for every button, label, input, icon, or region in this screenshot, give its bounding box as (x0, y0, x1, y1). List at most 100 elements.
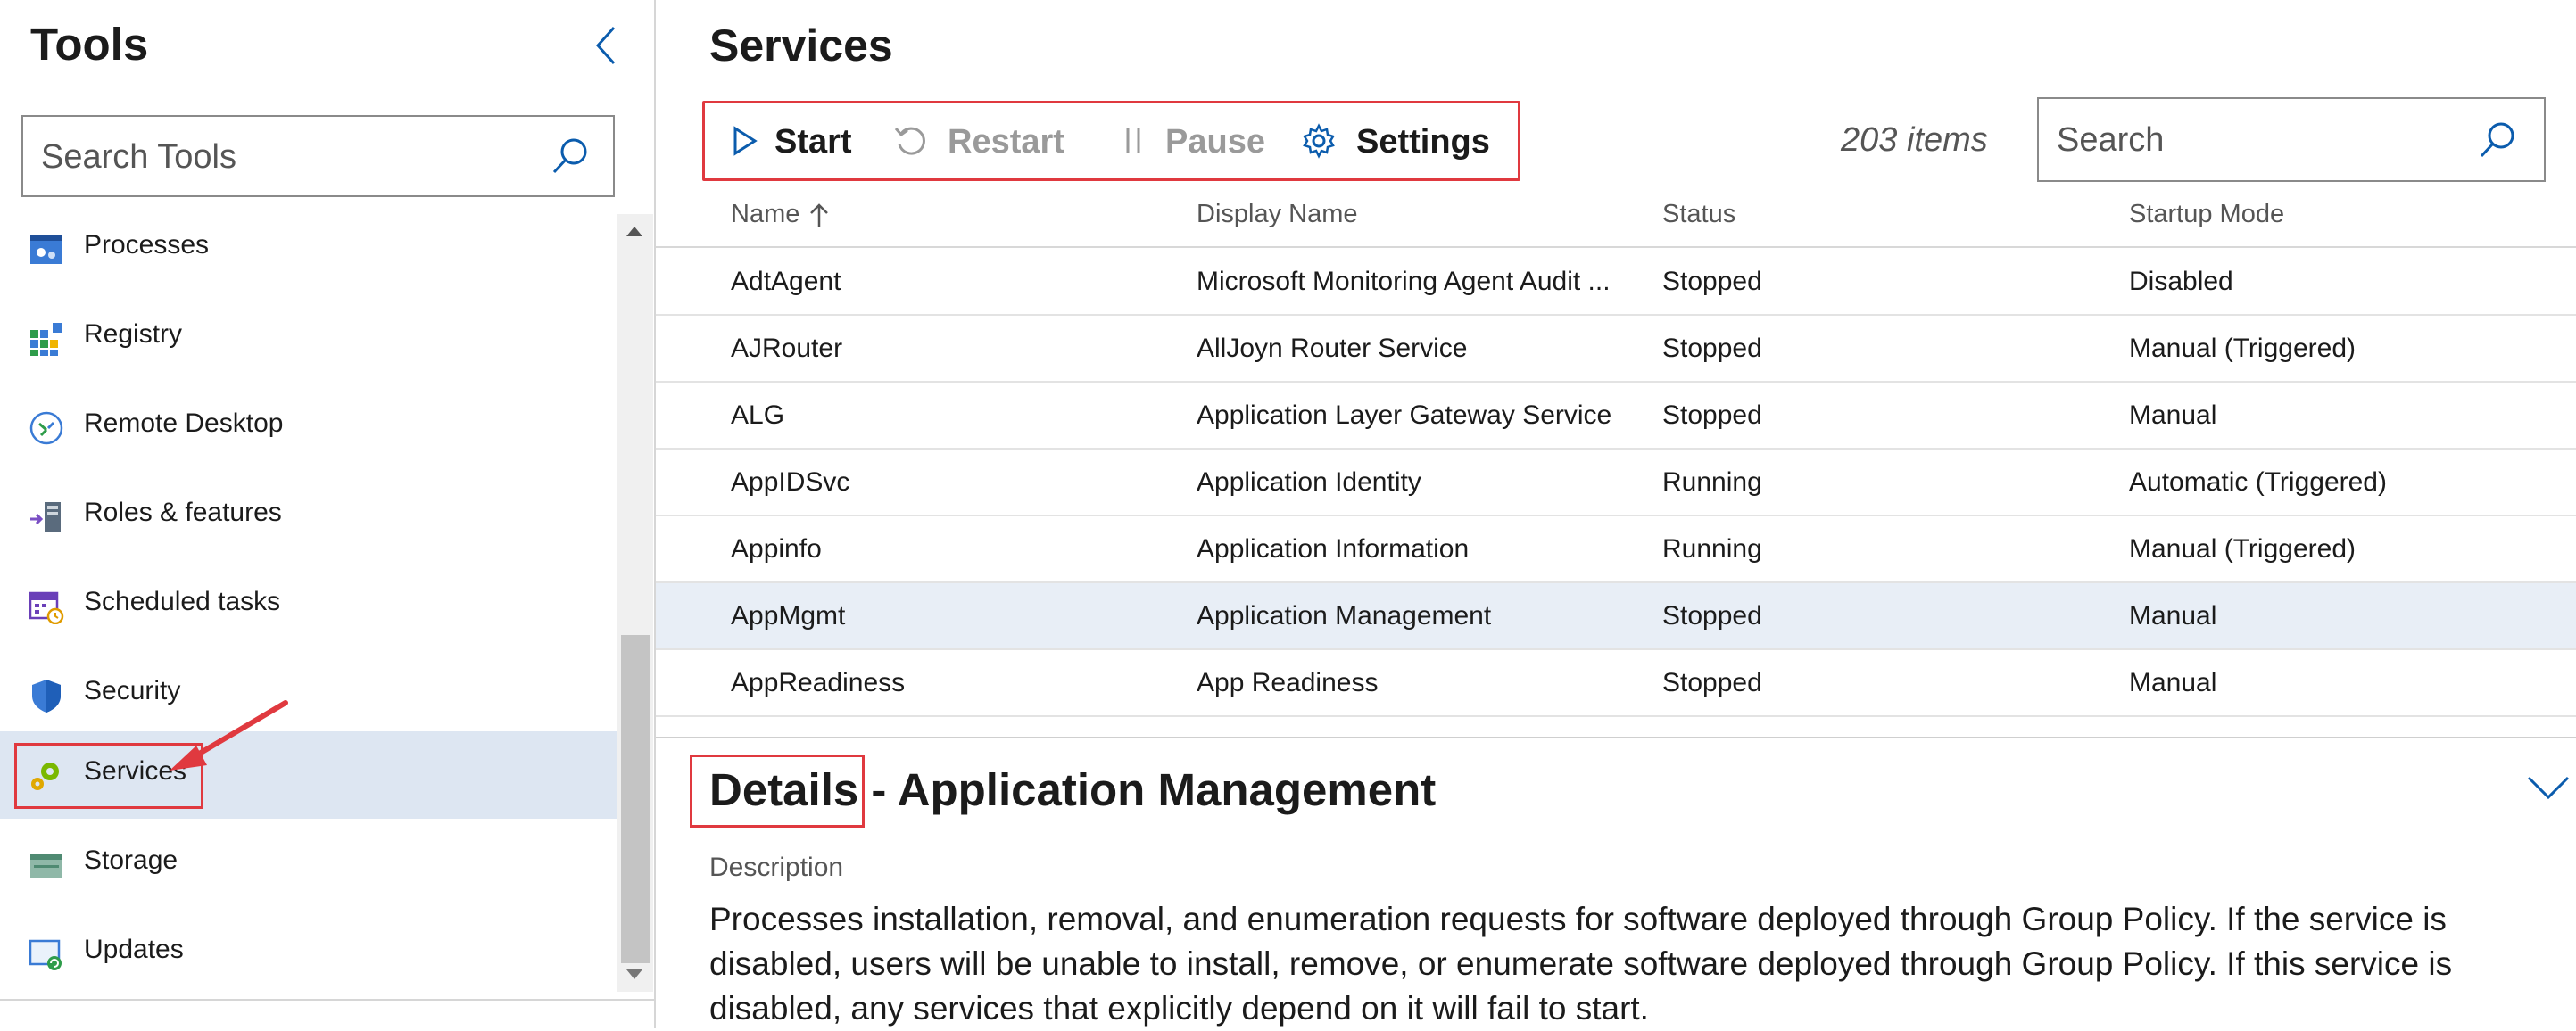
settings-label: Settings (1356, 123, 1490, 161)
table-row[interactable]: AppIDSvc Application Identity Running Au… (656, 450, 2576, 516)
sidebar-item-security[interactable]: Security (0, 651, 617, 738)
item-count: 203 items (1841, 121, 1988, 159)
sidebar-item-registry[interactable]: Registry (0, 294, 617, 382)
page-title: Services (709, 21, 893, 70)
cell-startup-mode: Manual (2129, 601, 2217, 631)
services-pane: Services Start Restart Pause Settings 20… (656, 0, 2576, 1028)
chevron-down-icon[interactable] (2525, 771, 2572, 803)
sidebar-item-storage[interactable]: Storage (0, 821, 617, 908)
sidebar-item-scheduled-tasks[interactable]: Scheduled tasks (0, 562, 617, 649)
tools-list: Processes Registry Remote Desktop Roles … (0, 214, 617, 999)
settings-button[interactable]: Settings (1301, 103, 1515, 178)
grid-header: Name Display Name Status Startup Mode (656, 189, 2576, 248)
sidebar-item-label: Security (84, 676, 181, 705)
column-header-startup-mode[interactable]: Startup Mode (2129, 200, 2284, 229)
scheduled-tasks-icon (29, 591, 64, 624)
sidebar-title: Tools (30, 19, 149, 70)
details-highlight-box (690, 755, 865, 828)
services-search-box (2037, 97, 2546, 182)
cell-display-name: Application Information (1197, 534, 1470, 564)
cell-startup-mode: Manual (2129, 668, 2217, 697)
search-icon[interactable] (549, 135, 592, 177)
sidebar-item-label: Registry (84, 319, 183, 349)
cell-display-name: Application Identity (1197, 467, 1421, 497)
cell-startup-mode: Disabled (2129, 267, 2233, 296)
gears-icon (31, 763, 59, 790)
sidebar-item-label: Scheduled tasks (84, 587, 281, 616)
sidebar-item-label: Services (84, 756, 187, 786)
cell-status: Stopped (1662, 334, 1762, 363)
cell-status: Stopped (1662, 400, 1762, 430)
divider (656, 737, 2576, 738)
cell-startup-mode: Manual (Triggered) (2129, 534, 2356, 564)
cell-status: Running (1662, 534, 1762, 564)
tools-search-box (21, 115, 615, 197)
divider (0, 999, 654, 1001)
scrollbar-thumb[interactable] (621, 635, 650, 963)
column-header-name[interactable]: Name (731, 200, 832, 229)
cell-status: Stopped (1662, 601, 1762, 631)
description-text: Processes installation, removal, and enu… (709, 901, 2453, 1027)
cell-name: ALG (731, 400, 785, 430)
table-row[interactable]: AJRouter AllJoyn Router Service Stopped … (656, 316, 2576, 383)
restart-label: Restart (948, 123, 1064, 161)
start-button[interactable]: Start (705, 103, 866, 178)
cell-name: AJRouter (731, 334, 843, 363)
cell-status: Running (1662, 467, 1762, 497)
scroll-up-arrow-icon[interactable] (626, 227, 642, 236)
collapse-sidebar-button[interactable] (587, 22, 626, 69)
column-header-label: Name (731, 200, 800, 228)
restart-icon (894, 127, 925, 155)
updates-icon (29, 939, 62, 970)
description-label: Description (709, 853, 844, 882)
cell-name: AppMgmt (731, 601, 846, 631)
table-row[interactable]: Appinfo Application Information Running … (656, 516, 2576, 583)
sidebar-item-updates[interactable]: Updates (0, 910, 617, 997)
cell-name: AppReadiness (731, 668, 906, 697)
tools-search-input[interactable] (39, 117, 543, 197)
table-row-selected[interactable]: AppMgmt Application Management Stopped M… (656, 583, 2576, 650)
sidebar-item-label: Remote Desktop (84, 408, 284, 438)
sidebar-item-services[interactable]: Services (0, 731, 617, 819)
chevron-left-icon (595, 26, 616, 65)
gear-icon (1303, 123, 1335, 159)
tools-sidebar: Tools Processes (0, 0, 656, 1028)
cell-name: AppIDSvc (731, 467, 850, 497)
sidebar-item-label: Processes (84, 230, 210, 260)
sidebar-item-roles-features[interactable]: Roles & features (0, 473, 617, 560)
start-label: Start (774, 123, 852, 161)
sidebar-item-remote-desktop[interactable]: Remote Desktop (0, 384, 617, 471)
pause-button[interactable]: Pause (1115, 103, 1276, 178)
column-header-display-name[interactable]: Display Name (1197, 200, 1358, 229)
table-row[interactable]: AppReadiness App Readiness Stopped Manua… (656, 650, 2576, 717)
processes-icon (30, 235, 62, 264)
roles-features-icon (30, 502, 61, 532)
shield-icon (32, 680, 61, 713)
cell-display-name: Application Management (1197, 601, 1492, 631)
table-row[interactable]: ALG Application Layer Gateway Service St… (656, 383, 2576, 450)
pause-label: Pause (1165, 123, 1265, 161)
play-icon (733, 126, 758, 156)
pause-icon (1126, 128, 1140, 153)
cell-display-name: AllJoyn Router Service (1197, 334, 1468, 363)
services-toolbar: Start Restart Pause Settings (702, 101, 1520, 181)
sidebar-item-label: Updates (84, 935, 184, 964)
sidebar-item-processes[interactable]: Processes (0, 214, 617, 293)
sidebar-item-label: Roles & features (84, 498, 282, 527)
cell-status: Stopped (1662, 668, 1762, 697)
search-icon[interactable] (2476, 119, 2519, 161)
storage-icon (30, 854, 62, 878)
sort-ascending-icon (810, 203, 829, 227)
scroll-down-arrow-icon[interactable] (626, 969, 642, 979)
sidebar-item-label: Storage (84, 845, 178, 875)
services-search-input[interactable] (2055, 99, 2469, 182)
sidebar-scrollbar[interactable] (617, 214, 653, 992)
column-header-status[interactable]: Status (1662, 200, 1735, 229)
cell-startup-mode: Manual (2129, 400, 2217, 430)
restart-button[interactable]: Restart (892, 103, 1089, 178)
cell-name: Appinfo (731, 534, 822, 564)
cell-startup-mode: Automatic (Triggered) (2129, 467, 2387, 497)
registry-icon (30, 323, 62, 356)
table-row[interactable]: AdtAgent Microsoft Monitoring Agent Audi… (656, 249, 2576, 316)
cell-name: AdtAgent (731, 267, 841, 296)
